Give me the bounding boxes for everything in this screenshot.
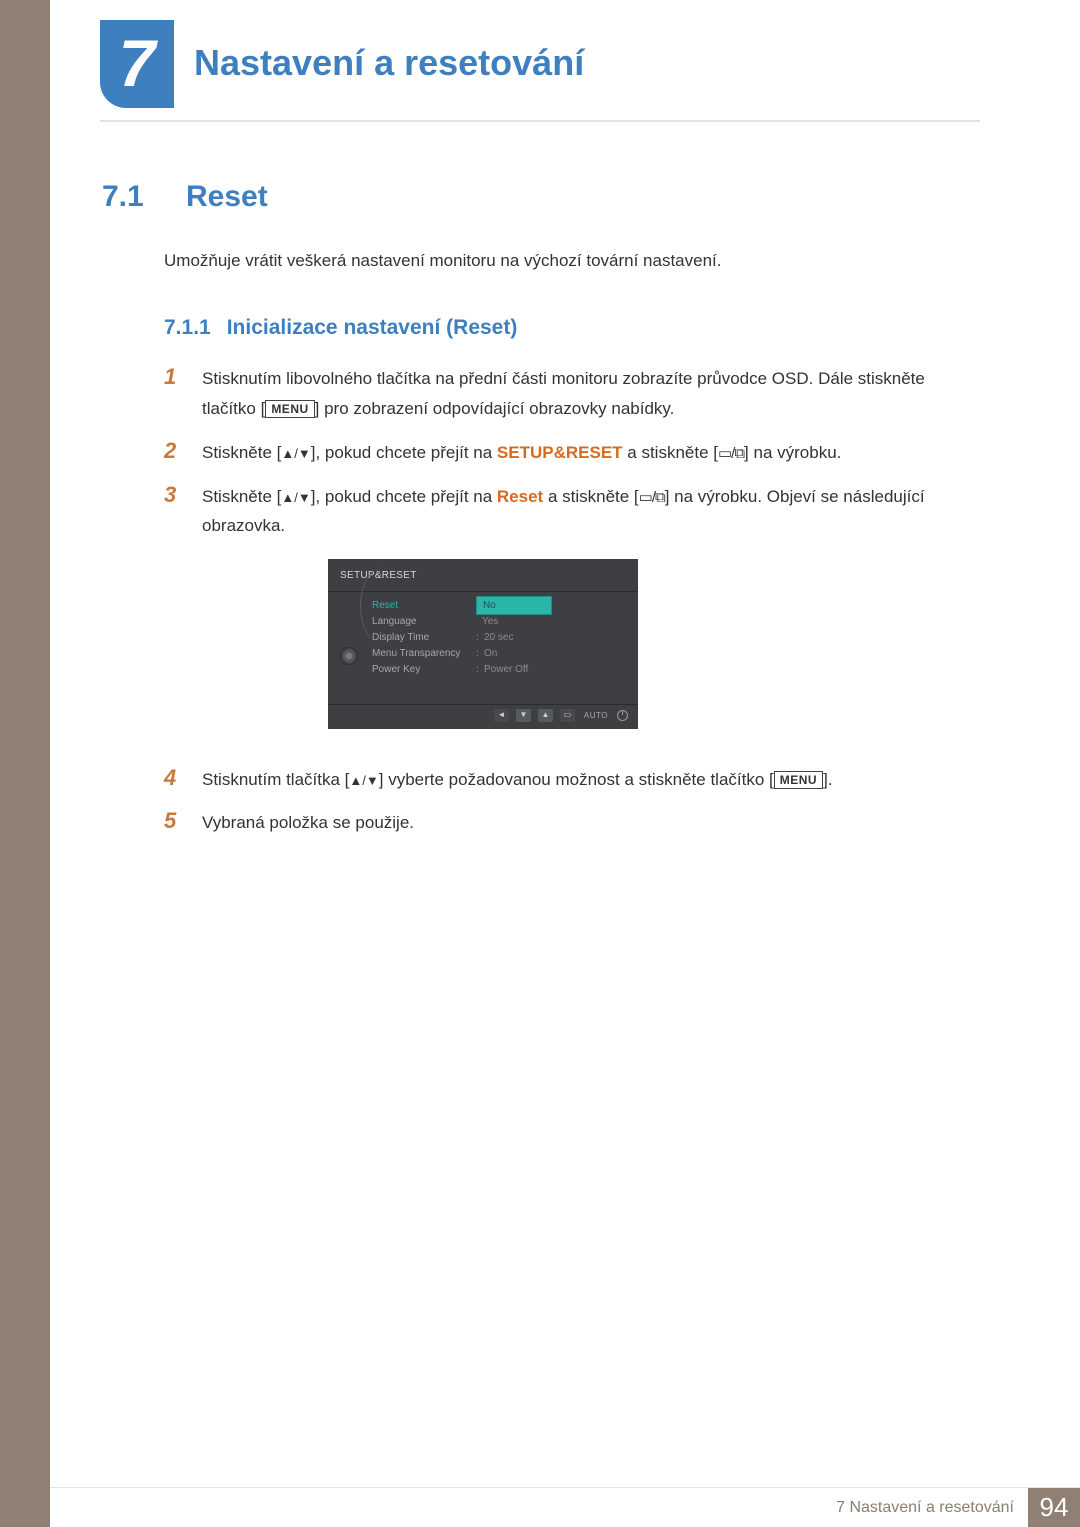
step-text: Stiskněte [ xyxy=(202,443,281,462)
enter-source-icon xyxy=(639,487,665,506)
subsection-title: Inicializace nastavení (Reset) xyxy=(227,316,518,340)
step-5: 5 Vybraná položka se použije. xyxy=(164,808,980,838)
osd-item-power-key: Power Key xyxy=(364,661,476,679)
osd-colon: : xyxy=(476,645,484,663)
up-down-icon xyxy=(281,443,310,462)
osd-value-yes: Yes xyxy=(476,613,552,631)
step-text: Vybraná položka se použije. xyxy=(202,808,980,838)
page-number: 94 xyxy=(1028,1488,1080,1527)
section-number: 7.1 xyxy=(102,180,158,214)
step-number: 2 xyxy=(164,438,180,468)
step-text: ] vyberte požadovanou možnost a stisknět… xyxy=(379,770,774,789)
osd-screenshot: SETUP&RESET Reset No xyxy=(328,559,638,729)
step-1: 1 Stisknutím libovolného tlačítka na pře… xyxy=(164,364,980,424)
step-3: 3 Stiskněte [ ], pokud chcete přejít na R… xyxy=(164,482,980,751)
step-list: 1 Stisknutím libovolného tlačítka na pře… xyxy=(164,364,980,838)
osd-value-menu-transparency: On xyxy=(484,645,497,663)
step-text: ] pro zobrazení odpovídající obrazovky n… xyxy=(315,399,675,418)
step-text: ]. xyxy=(823,770,832,789)
menu-button-icon: MENU xyxy=(774,771,823,789)
osd-auto-label: AUTO xyxy=(582,709,610,723)
up-down-icon xyxy=(349,770,378,789)
gear-icon xyxy=(341,648,357,664)
chapter-title: Nastavení a resetování xyxy=(194,42,584,84)
step-text: Stiskněte [ xyxy=(202,487,281,506)
osd-nav-up-icon: ▲ xyxy=(538,709,553,722)
chapter-rule xyxy=(100,120,980,122)
step-text: a stiskněte [ xyxy=(623,443,718,462)
section-title: Reset xyxy=(186,180,268,214)
step-text: a stiskněte [ xyxy=(543,487,638,506)
enter-source-icon xyxy=(718,443,744,462)
side-accent-bar xyxy=(0,0,50,1527)
osd-item-menu-transparency: Menu Transparency xyxy=(364,645,476,663)
menu-button-icon: MENU xyxy=(265,400,314,418)
step-text: ], pokud chcete přejít na xyxy=(311,487,497,506)
osd-colon: : xyxy=(476,629,484,647)
osd-colon: : xyxy=(476,661,484,679)
footer-chapter-label: 7 Nastavení a resetování xyxy=(836,1488,1028,1527)
step-number: 1 xyxy=(164,364,180,424)
step-4: 4 Stisknutím tlačítka [ ] vyberte požadov… xyxy=(164,765,980,795)
osd-value-display-time: 20 sec xyxy=(484,629,513,647)
chapter-number-tab: 7 xyxy=(100,20,174,108)
step-number: 3 xyxy=(164,482,180,751)
highlight-setup-reset: SETUP&RESET xyxy=(497,443,623,462)
highlight-reset: Reset xyxy=(497,487,543,506)
up-down-icon xyxy=(281,487,310,506)
step-number: 4 xyxy=(164,765,180,795)
osd-value-power-key: Power Off xyxy=(484,661,528,679)
step-number: 5 xyxy=(164,808,180,838)
osd-nav-enter-icon: ▭ xyxy=(560,709,575,722)
osd-nav-down-icon: ▼ xyxy=(516,709,531,722)
step-text: ] na výrobku. xyxy=(744,443,841,462)
subsection-number: 7.1.1 xyxy=(164,316,211,340)
step-text: Stisknutím tlačítka [ xyxy=(202,770,349,789)
osd-nav-left-icon: ◄ xyxy=(494,709,509,722)
step-text: ], pokud chcete přejít na xyxy=(311,443,497,462)
power-icon xyxy=(617,710,628,721)
section-intro: Umožňuje vrátit veškerá nastavení monito… xyxy=(164,248,980,274)
page-footer: 7 Nastavení a resetování 94 xyxy=(50,1487,1080,1527)
osd-arc-decoration xyxy=(360,566,410,646)
step-2: 2 Stiskněte [ ], pokud chcete přejít na S… xyxy=(164,438,980,468)
